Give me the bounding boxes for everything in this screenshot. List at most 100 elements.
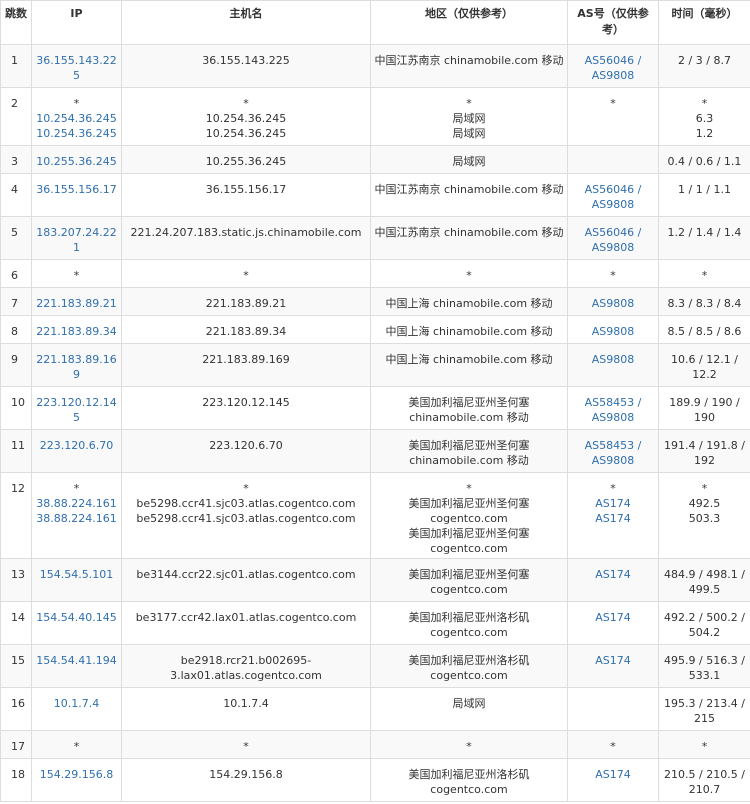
ip-link[interactable]: 221.183.89.21 [34, 296, 119, 311]
ip-link[interactable]: 221.183.89.169 [34, 352, 119, 382]
ip-link[interactable]: 223.120.12.145 [34, 395, 119, 425]
host-cell: 221.183.89.169 [121, 343, 371, 387]
table-row: 11 223.120.6.70 223.120.6.70 美国加利福尼亚州圣何塞 ch… [0, 429, 750, 473]
as-cell [567, 145, 659, 174]
header-ip: IP [31, 0, 122, 45]
ip-link[interactable]: 183.207.24.221 [34, 225, 119, 255]
region-text: * [466, 97, 472, 110]
as-number-link[interactable]: AS56046 / AS9808 [570, 182, 656, 212]
ip-link[interactable]: 10.255.36.245 [34, 154, 119, 169]
ip-link[interactable]: 38.88.224.161 [34, 511, 119, 526]
ip-link[interactable]: 10.1.7.4 [34, 696, 119, 711]
as-cell: AS9808 [567, 315, 659, 344]
ip-link[interactable]: 154.54.5.101 [34, 567, 119, 582]
ip-cell: 36.155.143.225 [31, 44, 122, 88]
table-row: 9 221.183.89.169 221.183.89.169 中国上海 chinam… [0, 343, 750, 387]
table-header: 跳数 IP 主机名 地区（仅供参考） AS号（仅供参考） 时间（毫秒） [0, 0, 750, 45]
region-cell: 中国江苏南京 chinamobile.com 移动 [370, 44, 568, 88]
region-cell: * [370, 259, 568, 288]
region-cell: 美国加利福尼亚州圣何塞 chinamobile.com 移动 [370, 386, 568, 430]
time-cell: 0.4 / 0.6 / 1.1 [658, 145, 750, 174]
time-cell: 492.2 / 500.2 / 504.2 [658, 601, 750, 645]
ip-cell: 221.183.89.21 [31, 287, 122, 316]
hostname-text: 221.183.89.34 [205, 325, 287, 338]
as-number-link[interactable]: AS56046 / AS9808 [570, 225, 656, 255]
table-row: 4 36.155.156.17 36.155.156.17 中国江苏南京 chinam… [0, 173, 750, 217]
region-text: 美国加利福尼亚州圣何塞 cogentco.com [408, 497, 530, 525]
region-cell: 中国上海 chinamobile.com 移动 [370, 343, 568, 387]
ip-link[interactable]: 154.54.40.145 [34, 610, 119, 625]
region-text: 中国上海 chinamobile.com 移动 [385, 353, 553, 366]
host-cell: 223.120.12.145 [121, 386, 371, 430]
host-cell: 221.183.89.34 [121, 315, 371, 344]
table-row: 18 154.29.156.8 154.29.156.8 美国加利福尼亚州洛杉矶 co… [0, 758, 750, 802]
latency-text: 195.3 / 213.4 / 215 [664, 697, 745, 725]
host-cell: 36.155.156.17 [121, 173, 371, 217]
host-cell: be3177.ccr42.lax01.atlas.cogentco.com [121, 601, 371, 645]
hop-cell: 18 [0, 758, 32, 802]
latency-text: 492.2 / 500.2 / 504.2 [664, 611, 745, 639]
ip-link[interactable]: 10.254.36.245 [34, 126, 119, 141]
hop-cell: 1 [0, 44, 32, 88]
time-cell: 195.3 / 213.4 / 215 [658, 687, 750, 731]
region-text: 中国江苏南京 chinamobile.com 移动 [374, 54, 564, 67]
region-text: 美国加利福尼亚州圣何塞 chinamobile.com 移动 [408, 396, 530, 424]
traceroute-table: 跳数 IP 主机名 地区（仅供参考） AS号（仅供参考） 时间（毫秒） 1 36.… [0, 0, 750, 802]
latency-text: 210.5 / 210.5 / 210.7 [664, 768, 745, 796]
region-cell: 中国上海 chinamobile.com 移动 [370, 287, 568, 316]
hostname-text: 10.255.36.245 [205, 155, 287, 168]
ip-link[interactable]: 36.155.143.225 [34, 53, 119, 83]
ip-link[interactable]: 221.183.89.34 [34, 324, 119, 339]
ip-cell: 154.54.5.101 [31, 558, 122, 602]
hostname-text: 10.254.36.245 [205, 127, 287, 140]
as-number-link[interactable]: AS9808 [570, 296, 656, 311]
hop-cell: 9 [0, 343, 32, 387]
hop-cell: 10 [0, 386, 32, 430]
ip-link[interactable]: 154.29.156.8 [34, 767, 119, 782]
as-number-link[interactable]: AS174 [570, 511, 656, 526]
latency-text: 0.4 / 0.6 / 1.1 [667, 155, 742, 168]
host-cell: 221.24.207.183.static.js.chinamobile.com [121, 216, 371, 260]
time-cell: 484.9 / 498.1 / 499.5 [658, 558, 750, 602]
as-number-link[interactable]: AS174 [570, 610, 656, 625]
as-number-link[interactable]: AS9808 [570, 324, 656, 339]
as-number-link[interactable]: AS58453 / AS9808 [570, 395, 656, 425]
as-number-link[interactable]: AS174 [570, 653, 656, 668]
hostname-text: 223.120.12.145 [202, 396, 290, 409]
table-row: 1 36.155.143.225 36.155.143.225 中国江苏南京 chin… [0, 44, 750, 88]
hostname-text: * [243, 740, 249, 753]
as-number-link[interactable]: AS174 [570, 767, 656, 782]
as-number-link[interactable]: AS58453 / AS9808 [570, 438, 656, 468]
ip-link[interactable]: 154.54.41.194 [34, 653, 119, 668]
ip-cell: 223.120.12.145 [31, 386, 122, 430]
ip-link[interactable]: 10.254.36.245 [34, 111, 119, 126]
as-number-link[interactable]: AS9808 [570, 352, 656, 367]
as-cell: AS174 [567, 558, 659, 602]
ip-link[interactable]: 223.120.6.70 [34, 438, 119, 453]
region-cell: 美国加利福尼亚州圣何塞 cogentco.com [370, 558, 568, 602]
as-cell: AS58453 / AS9808 [567, 429, 659, 473]
as-number-link[interactable]: AS174 [570, 567, 656, 582]
hostname-text: 10.1.7.4 [223, 697, 269, 710]
ip-cell: 154.54.41.194 [31, 644, 122, 688]
ip-cell: 183.207.24.221 [31, 216, 122, 260]
ip-cell: 154.54.40.145 [31, 601, 122, 645]
ip-link[interactable]: 38.88.224.161 [34, 496, 119, 511]
region-cell: 中国上海 chinamobile.com 移动 [370, 315, 568, 344]
hostname-text: be2918.rcr21.b002695-3.lax01.atlas.cogen… [170, 654, 322, 682]
as-cell: AS174 [567, 601, 659, 645]
host-cell: * [121, 259, 371, 288]
as-number-link[interactable]: AS56046 / AS9808 [570, 53, 656, 83]
as-cell: AS56046 / AS9808 [567, 216, 659, 260]
region-text: 美国加利福尼亚州洛杉矶 cogentco.com [408, 654, 530, 682]
as-number-link[interactable]: AS174 [570, 496, 656, 511]
hostname-text: 221.24.207.183.static.js.chinamobile.com [130, 226, 362, 239]
time-cell: 8.3 / 8.3 / 8.4 [658, 287, 750, 316]
region-text: 局域网 [452, 697, 486, 710]
hostname-text: 221.183.89.169 [202, 353, 290, 366]
header-time: 时间（毫秒） [658, 0, 750, 45]
time-cell: 1.2 / 1.4 / 1.4 [658, 216, 750, 260]
ip-link[interactable]: 36.155.156.17 [34, 182, 119, 197]
hop-cell: 17 [0, 730, 32, 759]
region-text: * [466, 482, 472, 495]
